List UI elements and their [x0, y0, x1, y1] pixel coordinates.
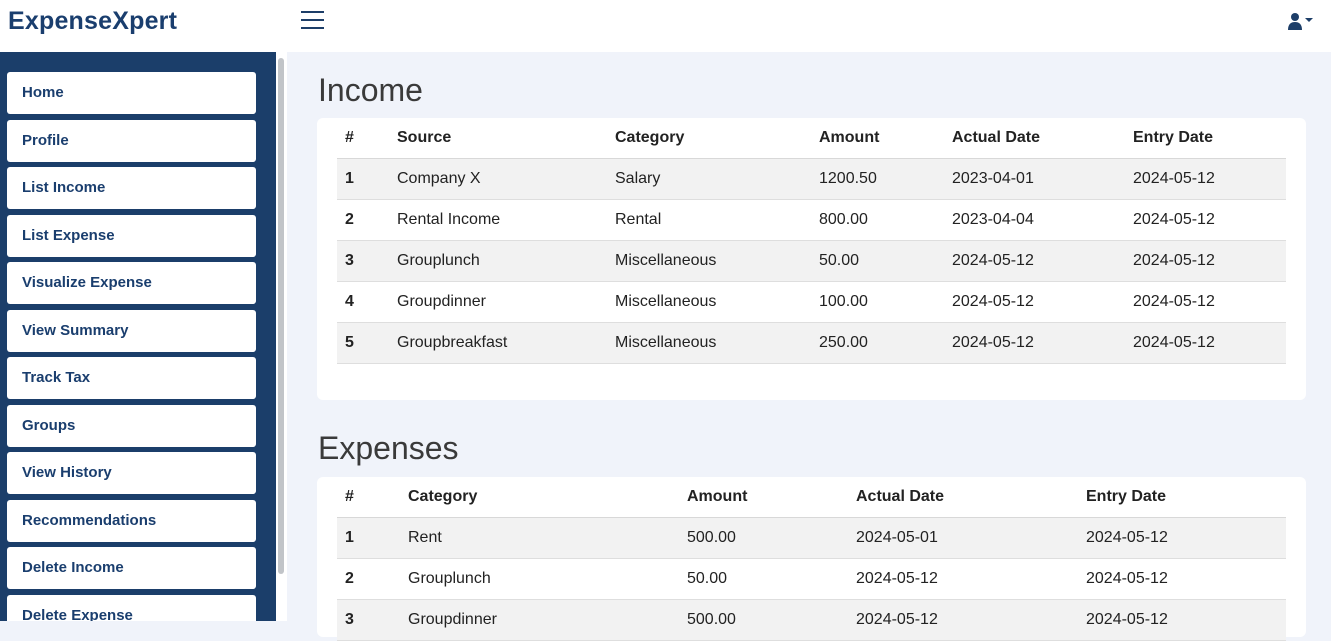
row-number: 3	[337, 240, 389, 282]
cell-amount: 250.00	[811, 322, 944, 364]
row-number: 3	[337, 599, 400, 641]
row-number: 4	[337, 281, 389, 323]
user-menu-button[interactable]	[1287, 12, 1323, 34]
sidebar-item-delete-income[interactable]: Delete Income	[7, 547, 256, 589]
cell-entry-date: 2024-05-12	[1078, 558, 1286, 600]
cell-category: Rental	[607, 199, 811, 241]
cell-category: Miscellaneous	[607, 322, 811, 364]
cell-source: Company X	[389, 158, 607, 200]
row-number: 1	[337, 158, 389, 200]
top-navbar: ExpenseXpert	[0, 0, 1331, 52]
cell-actual-date: 2023-04-04	[944, 199, 1125, 241]
cell-entry-date: 2024-05-12	[1125, 322, 1286, 364]
income-title: Income	[318, 72, 423, 108]
column-header: Entry Date	[1125, 118, 1286, 159]
table-row: 5 Groupbreakfast Miscellaneous 250.00 20…	[337, 322, 1286, 364]
column-header: Category	[400, 477, 679, 518]
cell-entry-date: 2024-05-12	[1125, 240, 1286, 282]
cell-category: Rent	[400, 517, 679, 559]
hamburger-icon[interactable]	[301, 10, 325, 32]
column-header: Actual Date	[944, 118, 1125, 159]
cell-amount: 100.00	[811, 281, 944, 323]
sidebar-item-list-income[interactable]: List Income	[7, 167, 256, 209]
row-number: 2	[337, 558, 400, 600]
user-icon	[1288, 13, 1302, 30]
expenses-card: # Category Amount Actual Date Entry Date…	[317, 477, 1306, 641]
cell-actual-date: 2024-05-12	[944, 322, 1125, 364]
cell-actual-date: 2024-05-01	[848, 517, 1078, 559]
sidebar: Home Profile List Income List Expense Vi…	[0, 52, 287, 621]
cell-actual-date: 2024-05-12	[944, 281, 1125, 323]
column-header: Amount	[679, 477, 848, 518]
cell-actual-date: 2023-04-01	[944, 158, 1125, 200]
sidebar-item-list-expense[interactable]: List Expense	[7, 215, 256, 257]
scrollbar-thumb[interactable]	[278, 58, 284, 574]
cell-amount: 50.00	[679, 558, 848, 600]
expenses-title: Expenses	[318, 430, 459, 466]
cell-actual-date: 2024-05-12	[848, 599, 1078, 641]
cell-category: Miscellaneous	[607, 281, 811, 323]
table-row: 2 Rental Income Rental 800.00 2023-04-04…	[337, 199, 1286, 241]
sidebar-item-recommendations[interactable]: Recommendations	[7, 500, 256, 542]
row-number: 5	[337, 322, 389, 364]
cell-amount: 500.00	[679, 599, 848, 641]
sidebar-scrollbar[interactable]	[276, 52, 287, 621]
sidebar-item-delete-expense[interactable]: Delete Expense	[7, 595, 256, 621]
expenses-table: # Category Amount Actual Date Entry Date…	[337, 477, 1286, 641]
income-table: # Source Category Amount Actual Date Ent…	[337, 118, 1286, 364]
sidebar-item-profile[interactable]: Profile	[7, 120, 256, 162]
cell-amount: 800.00	[811, 199, 944, 241]
cell-entry-date: 2024-05-12	[1125, 158, 1286, 200]
table-header-row: # Source Category Amount Actual Date Ent…	[337, 118, 1286, 159]
cell-amount: 1200.50	[811, 158, 944, 200]
table-row: 4 Groupdinner Miscellaneous 100.00 2024-…	[337, 281, 1286, 323]
table-row: 3 Grouplunch Miscellaneous 50.00 2024-05…	[337, 240, 1286, 282]
table-row: 1 Company X Salary 1200.50 2023-04-01 20…	[337, 158, 1286, 200]
row-number: 1	[337, 517, 400, 559]
cell-source: Grouplunch	[389, 240, 607, 282]
row-number: 2	[337, 199, 389, 241]
column-header: Source	[389, 118, 607, 159]
cell-entry-date: 2024-05-12	[1078, 599, 1286, 641]
sidebar-item-groups[interactable]: Groups	[7, 405, 256, 447]
column-header: Actual Date	[848, 477, 1078, 518]
column-header: Amount	[811, 118, 944, 159]
cell-entry-date: 2024-05-12	[1078, 517, 1286, 559]
cell-entry-date: 2024-05-12	[1125, 199, 1286, 241]
cell-actual-date: 2024-05-12	[848, 558, 1078, 600]
table-row: 1 Rent 500.00 2024-05-01 2024-05-12	[337, 517, 1286, 559]
cell-actual-date: 2024-05-12	[944, 240, 1125, 282]
cell-entry-date: 2024-05-12	[1125, 281, 1286, 323]
cell-category: Miscellaneous	[607, 240, 811, 282]
income-card: # Source Category Amount Actual Date Ent…	[317, 118, 1306, 400]
cell-source: Rental Income	[389, 199, 607, 241]
sidebar-item-view-history[interactable]: View History	[7, 452, 256, 494]
column-header: Category	[607, 118, 811, 159]
cell-category: Groupdinner	[400, 599, 679, 641]
app-title[interactable]: ExpenseXpert	[8, 7, 177, 36]
table-header-row: # Category Amount Actual Date Entry Date	[337, 477, 1286, 518]
sidebar-item-visualize-expense[interactable]: Visualize Expense	[7, 262, 256, 304]
table-row: 3 Groupdinner 500.00 2024-05-12 2024-05-…	[337, 599, 1286, 641]
sidebar-item-view-summary[interactable]: View Summary	[7, 310, 256, 352]
cell-category: Salary	[607, 158, 811, 200]
cell-amount: 50.00	[811, 240, 944, 282]
sidebar-item-track-tax[interactable]: Track Tax	[7, 357, 256, 399]
column-header: #	[337, 477, 400, 518]
cell-source: Groupbreakfast	[389, 322, 607, 364]
column-header: Entry Date	[1078, 477, 1286, 518]
caret-down-icon	[1305, 18, 1313, 22]
cell-source: Groupdinner	[389, 281, 607, 323]
column-header: #	[337, 118, 389, 159]
table-row: 2 Grouplunch 50.00 2024-05-12 2024-05-12	[337, 558, 1286, 600]
sidebar-item-home[interactable]: Home	[7, 72, 256, 114]
cell-amount: 500.00	[679, 517, 848, 559]
cell-category: Grouplunch	[400, 558, 679, 600]
